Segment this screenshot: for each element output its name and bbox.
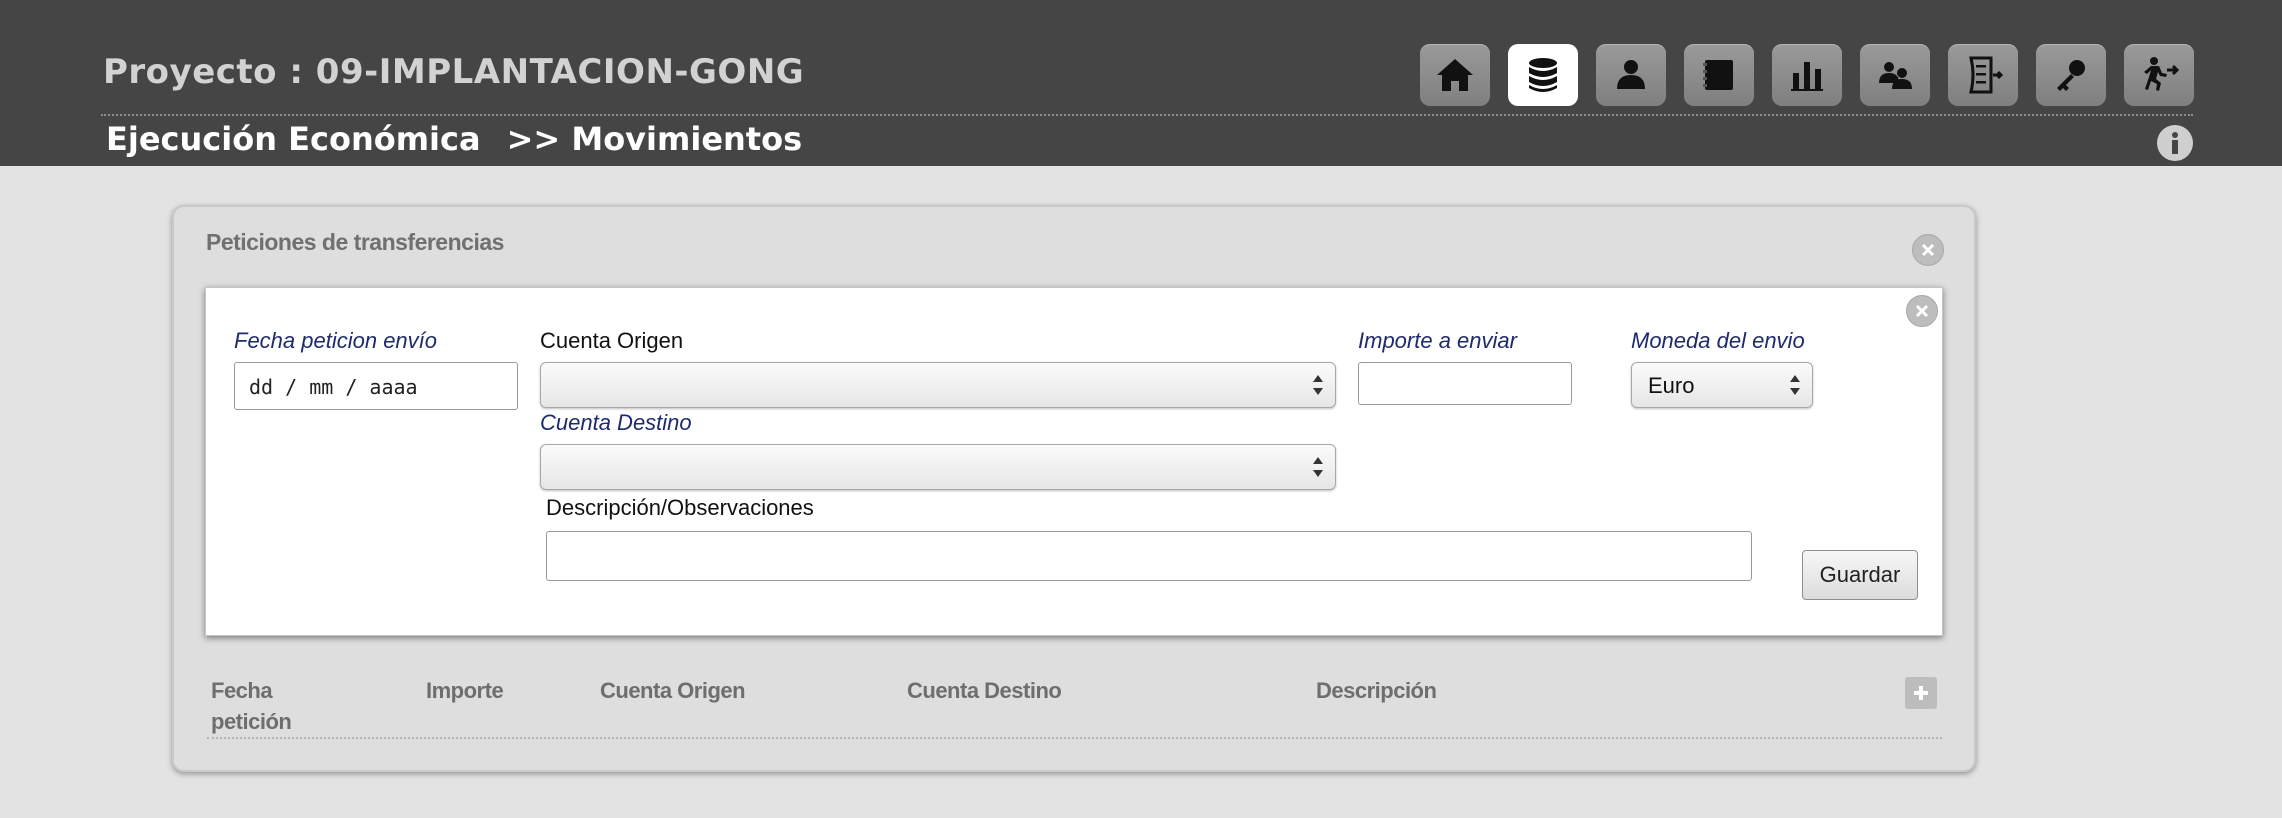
select-arrows-icon	[1313, 375, 1323, 395]
info-icon[interactable]	[2157, 125, 2193, 161]
book-icon	[1703, 60, 1733, 90]
nav-checklist-button[interactable]	[1948, 44, 2018, 106]
save-button[interactable]: Guardar	[1802, 550, 1918, 600]
select-arrows-icon	[1313, 457, 1323, 477]
importe-input[interactable]	[1358, 362, 1572, 405]
nav-economic-button[interactable]	[1508, 44, 1578, 106]
app-header: Proyecto : 09-IMPLANTACION-GONG Ejecució…	[0, 0, 2282, 166]
select-arrows-icon	[1790, 375, 1800, 395]
col-fecha-peticion[interactable]: Fecha petición	[211, 675, 321, 737]
transfer-form: Fecha peticion envío dd / mm / aaaa Cuen…	[205, 287, 1943, 636]
panel-close-button[interactable]	[1912, 234, 1944, 266]
home-icon	[1437, 59, 1473, 91]
cuenta-destino-select[interactable]	[540, 444, 1336, 490]
fecha-label: Fecha peticion envío	[234, 328, 438, 353]
checklist-icon	[1969, 56, 2004, 94]
plus-icon	[1914, 686, 1928, 700]
add-row-button[interactable]	[1905, 677, 1937, 709]
cuenta-origen-select[interactable]	[540, 362, 1336, 408]
table-divider	[207, 737, 1942, 739]
transfer-requests-panel: Peticiones de transferencias Fecha petic…	[172, 205, 1976, 772]
nav-exit-button[interactable]	[2124, 44, 2194, 106]
form-close-button[interactable]	[1906, 295, 1938, 327]
nav-users-button[interactable]	[1860, 44, 1930, 106]
nav-user-button[interactable]	[1596, 44, 1666, 106]
col-descripcion[interactable]: Descripción	[1316, 675, 1437, 706]
close-icon	[1915, 304, 1929, 318]
header-divider	[101, 114, 2193, 116]
breadcrumb-section: Ejecución Económica	[106, 120, 481, 158]
users-icon	[1879, 62, 1912, 89]
key-icon	[2057, 60, 2085, 91]
col-importe[interactable]: Importe	[426, 675, 504, 706]
moneda-value: Euro	[1648, 373, 1695, 398]
exit-icon	[2144, 57, 2180, 91]
database-icon	[1529, 58, 1557, 92]
col-cuenta-origen[interactable]: Cuenta Origen	[600, 675, 746, 706]
moneda-label: Moneda del envio	[1631, 328, 1805, 353]
bar-chart-icon	[1791, 62, 1823, 91]
panel-title: Peticiones de transferencias	[206, 229, 504, 255]
fecha-input[interactable]: dd / mm / aaaa	[234, 362, 518, 410]
nav-key-button[interactable]	[2036, 44, 2106, 106]
close-icon	[1921, 243, 1935, 257]
nav-home-button[interactable]	[1420, 44, 1490, 106]
descripcion-input[interactable]	[546, 531, 1752, 581]
moneda-select[interactable]: Euro	[1631, 362, 1813, 408]
descripcion-label: Descripción/Observaciones	[546, 495, 814, 520]
importe-label: Importe a enviar	[1358, 328, 1517, 353]
nav-book-button[interactable]	[1684, 44, 1754, 106]
breadcrumb-subsection: >> Movimientos	[506, 120, 803, 158]
user-icon	[1617, 60, 1645, 89]
breadcrumb: Ejecución Económica >> Movimientos	[106, 120, 802, 158]
project-title: Proyecto : 09-IMPLANTACION-GONG	[103, 52, 805, 92]
cuenta-origen-label: Cuenta Origen	[540, 328, 684, 353]
nav-chart-button[interactable]	[1772, 44, 1842, 106]
col-cuenta-destino[interactable]: Cuenta Destino	[907, 675, 1062, 706]
cuenta-destino-label: Cuenta Destino	[540, 410, 692, 435]
